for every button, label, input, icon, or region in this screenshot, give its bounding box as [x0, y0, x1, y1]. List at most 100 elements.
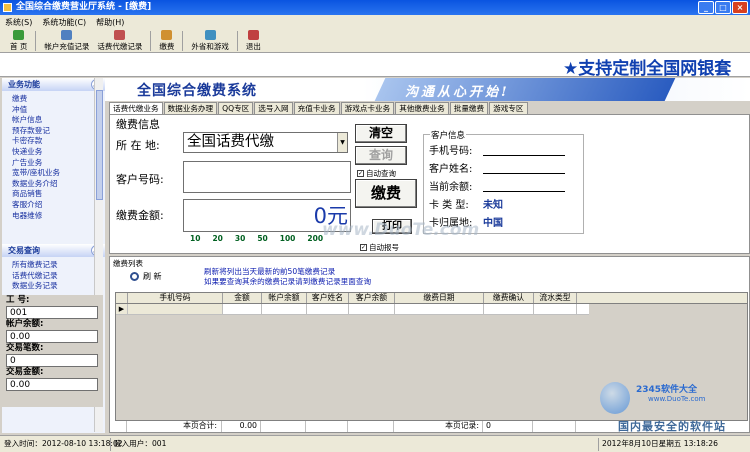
sidebar-item-deposit[interactable]: 预存款登记 — [12, 126, 105, 137]
quick-amount-100[interactable]: 100 — [280, 234, 296, 243]
col-customer-balance[interactable]: 客户余额 — [349, 293, 395, 303]
toolbar-exit-button[interactable]: 退出 — [242, 29, 265, 53]
trade-amount-field: 0.00 — [6, 378, 98, 391]
sidebar-section-business[interactable]: 业务功能 ︽ — [2, 78, 105, 91]
quick-amount-200[interactable]: 200 — [307, 234, 323, 243]
sidebar-item-payment-records[interactable]: 话费代缴记录 — [12, 271, 105, 282]
close-button[interactable]: × — [732, 1, 748, 14]
menu-system[interactable]: 系统(S) — [5, 17, 32, 28]
quick-amount-50[interactable]: 50 — [257, 234, 267, 243]
table-row[interactable]: ▶ — [116, 304, 589, 315]
status-bar: 登入时间：2012-08-10 13:18:02 登入用户：001 2012年8… — [0, 435, 750, 452]
sidebar-item-account[interactable]: 帐户信息 — [12, 115, 105, 126]
toolbar-payment-records-button[interactable]: 话费代缴记录 — [93, 29, 146, 53]
tab-qq[interactable]: QQ专区 — [218, 102, 254, 114]
promo-banner: ★支持定制全国网银套 — [0, 53, 750, 77]
query-button[interactable]: 查询 — [355, 146, 407, 165]
page-total-label: 本页合计: — [127, 421, 222, 432]
clear-button[interactable]: 清空 — [355, 124, 407, 143]
sidebar-item-repair[interactable]: 电器维修 — [12, 211, 105, 222]
sidebar-item-ads[interactable]: 广告业务 — [12, 158, 105, 169]
trade-amount-label: 交易金额: — [6, 367, 44, 377]
location-label: 所 在 地: — [116, 139, 160, 152]
title-bar: 全国综合缴费营业厅系统 - [缴费] _ □ × — [0, 0, 750, 15]
card-type-value: 未知 — [483, 200, 503, 211]
operator-id-field: 001 — [6, 306, 98, 319]
home-icon — [13, 30, 25, 40]
payment-list-title: 缴费列表 — [113, 259, 143, 268]
sidebar-item-card-deposit[interactable]: 卡密存款 — [12, 136, 105, 147]
col-pay-date[interactable]: 缴费日期 — [395, 293, 484, 303]
tab-game-zone[interactable]: 游戏专区 — [489, 102, 528, 114]
auto-report-checkbox[interactable]: ✓ 自动报号 — [360, 242, 399, 253]
tab-data-business[interactable]: 数据业务办理 — [163, 102, 218, 114]
col-account-balance[interactable]: 帐户余额 — [262, 293, 307, 303]
menu-help[interactable]: 帮助(H) — [96, 17, 124, 28]
sidebar-item-pay[interactable]: 缴费 — [12, 94, 105, 105]
phone-label: 手机号码: — [429, 146, 473, 157]
status-datetime: 2012年8月10日星期五 13:18:26 — [602, 439, 718, 448]
pay-button[interactable]: 缴费 — [355, 179, 417, 208]
sidebar-item-broadband[interactable]: 宽带/座机业务 — [12, 168, 105, 179]
maximize-button[interactable]: □ — [715, 1, 731, 14]
quick-amount-30[interactable]: 30 — [235, 234, 245, 243]
trade-count-label: 交易笔数: — [6, 343, 44, 353]
tab-recharge-card[interactable]: 充值卡业务 — [293, 102, 340, 114]
quick-amount-10[interactable]: 10 — [190, 234, 200, 243]
page-total-value: 0.00 — [222, 421, 261, 432]
col-flow-type[interactable]: 流水类型 — [534, 293, 577, 303]
customer-number-label: 客户号码: — [116, 173, 164, 186]
list-notes: 刷新将列出当天最新的前50笔缴费记录 如果要查询其余的缴费记录请到缴费记录里面查… — [204, 267, 372, 286]
toolbar-pay-button[interactable]: 缴费 — [155, 29, 178, 53]
check-icon: ✓ — [360, 244, 367, 251]
sidebar-item-data-records[interactable]: 数据业务记录 — [12, 281, 105, 292]
sidebar-item-topup[interactable]: 冲值 — [12, 105, 105, 116]
tab-phone-pay[interactable]: 话费代缴业务 — [109, 102, 163, 114]
quick-amounts: 10 20 30 50 100 200 — [190, 234, 323, 243]
location-select[interactable]: 全国话费代缴 ▼ — [183, 132, 348, 153]
chevron-down-icon[interactable]: ▼ — [337, 133, 347, 152]
col-pay-confirm[interactable]: 缴费确认 — [484, 293, 534, 303]
status-login-user: 登入用户：001 — [114, 439, 167, 448]
business-tabs: 话费代缴业务 数据业务办理 QQ专区 选号入网 充值卡业务 游戏点卡业务 其他缴… — [109, 102, 750, 114]
toolbar-recharge-records-button[interactable]: 帐户充值记录 — [40, 29, 93, 53]
col-phone[interactable]: 手机号码 — [128, 293, 223, 303]
sidebar-item-service[interactable]: 客服介绍 — [12, 200, 105, 211]
balance-label: 帐户余额: — [6, 319, 44, 329]
card-location-value: 中国 — [483, 218, 503, 229]
record-icon — [114, 30, 126, 40]
tab-number-select[interactable]: 选号入网 — [254, 102, 293, 114]
col-amount[interactable]: 金额 — [223, 293, 262, 303]
pay-icon — [161, 30, 173, 40]
egg-mascot-icon — [600, 382, 630, 414]
check-icon: ✓ — [357, 170, 364, 177]
refresh-button[interactable]: 刷 新 — [130, 271, 162, 282]
minimize-button[interactable]: _ — [698, 1, 714, 14]
system-slogan: 沟通从心开始! — [405, 85, 510, 100]
balance-field: 0.00 — [6, 330, 98, 343]
sidebar-item-goods[interactable]: 商品销售 — [12, 189, 105, 200]
status-login-time: 登入时间：2012-08-10 13:18:02 — [4, 439, 123, 448]
auto-query-checkbox[interactable]: ✓ 自动查询 — [357, 168, 396, 179]
sidebar-item-all-records[interactable]: 所有缴费记录 — [12, 260, 105, 271]
toolbar-home-button[interactable]: 首 页 — [6, 29, 31, 53]
payment-info-title: 缴费信息 — [116, 118, 160, 131]
col-customer-name[interactable]: 客户姓名 — [307, 293, 349, 303]
game-icon — [204, 30, 216, 40]
tab-other-pay[interactable]: 其他缴费业务 — [395, 102, 449, 114]
page-records-label: 本页记录: — [394, 421, 483, 432]
sidebar-item-data-intro[interactable]: 数据业务介绍 — [12, 179, 105, 190]
quick-amount-20[interactable]: 20 — [212, 234, 222, 243]
watermark-slogan: 国内最安全的软件站 — [618, 420, 726, 433]
sidebar-section-query[interactable]: 交易查询 ︽ — [2, 244, 105, 257]
toolbar-games-button[interactable]: 外省和游戏 — [187, 29, 233, 53]
tab-game-card[interactable]: 游戏点卡业务 — [340, 102, 395, 114]
tab-batch-pay[interactable]: 批量缴费 — [449, 102, 489, 114]
current-balance-label: 当前余额: — [429, 182, 473, 193]
sidebar-item-express[interactable]: 快递业务 — [12, 147, 105, 158]
card-type-label: 卡 类 型: — [429, 200, 469, 211]
toolbar: 首 页 帐户充值记录 话费代缴记录 缴费 外省和游戏 退出 — [0, 29, 750, 53]
customer-number-input[interactable] — [183, 161, 351, 193]
app-icon — [3, 3, 12, 12]
menu-functions[interactable]: 系统功能(C) — [42, 17, 86, 28]
